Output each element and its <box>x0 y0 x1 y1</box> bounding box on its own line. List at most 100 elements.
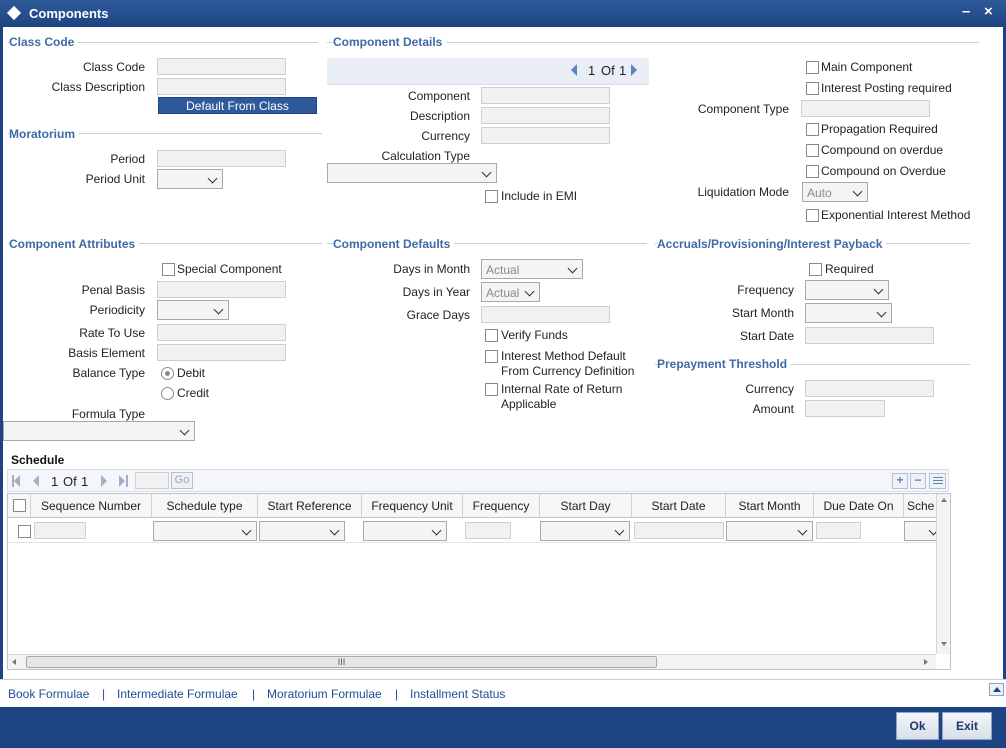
start-month-select[interactable] <box>805 303 892 323</box>
start-date-input[interactable] <box>634 522 724 539</box>
special-component-checkbox[interactable] <box>162 263 175 276</box>
schedule-type-select[interactable] <box>153 521 257 541</box>
link-intermediate-formulae[interactable]: Intermediate Formulae <box>117 687 238 701</box>
link-installment-status[interactable]: Installment Status <box>410 687 505 701</box>
start-month-select[interactable] <box>726 521 813 541</box>
liquidation-mode-select[interactable]: Auto <box>802 182 868 202</box>
header-select-all[interactable] <box>8 494 31 518</box>
calculation-type-label: Calculation Type <box>381 149 471 163</box>
description-input[interactable] <box>481 107 610 124</box>
exit-button[interactable]: Exit <box>942 712 992 740</box>
column-header[interactable]: Start Reference <box>258 494 362 518</box>
exponential-interest-checkbox[interactable] <box>806 209 819 222</box>
accruals-required-checkbox[interactable] <box>809 263 822 276</box>
title-bar: Components – × <box>0 0 1006 27</box>
days-in-month-select[interactable]: Actual <box>481 259 583 279</box>
prev-page-icon[interactable] <box>33 475 39 487</box>
compound-on-overdue-2-checkbox[interactable] <box>806 165 819 178</box>
periodicity-select[interactable] <box>157 300 229 320</box>
go-button[interactable]: Go <box>171 472 193 489</box>
first-page-icon[interactable] <box>14 475 20 487</box>
column-header[interactable]: Start Month <box>726 494 814 518</box>
sequence-number-input[interactable] <box>34 522 86 539</box>
close-icon[interactable]: × <box>984 3 993 20</box>
scroll-right-icon[interactable] <box>924 659 928 665</box>
column-header[interactable]: Frequency <box>463 494 540 518</box>
footer-links: Book Formulae | Intermediate Formulae | … <box>0 679 1006 707</box>
select-all-checkbox[interactable] <box>13 499 26 512</box>
currency-input[interactable] <box>481 127 610 144</box>
component-type-input[interactable] <box>801 100 930 117</box>
period-input[interactable] <box>157 150 286 167</box>
scroll-left-icon[interactable] <box>12 659 16 665</box>
start-day-select[interactable] <box>540 521 630 541</box>
prev-page-icon[interactable] <box>571 64 577 76</box>
component-pager: 1 Of 1 <box>327 58 649 85</box>
main-component-label: Main Component <box>821 60 913 74</box>
frequency-input[interactable] <box>465 522 511 539</box>
next-page-icon[interactable] <box>631 64 637 76</box>
basis-element-input[interactable] <box>157 344 286 361</box>
vertical-scrollbar[interactable] <box>936 494 950 654</box>
verify-funds-checkbox[interactable] <box>485 329 498 342</box>
class-description-input[interactable] <box>157 78 286 95</box>
column-header[interactable]: Start Day <box>540 494 632 518</box>
scroll-down-icon[interactable] <box>941 642 947 646</box>
last-page-icon[interactable] <box>119 475 125 487</box>
link-book-formulae[interactable]: Book Formulae <box>8 687 89 701</box>
include-in-emi-checkbox[interactable] <box>485 190 498 203</box>
debit-radio[interactable] <box>161 367 174 380</box>
next-page-icon[interactable] <box>101 475 107 487</box>
irr-applicable-checkbox[interactable] <box>485 383 498 396</box>
rate-to-use-input[interactable] <box>157 324 286 341</box>
due-date-on-input[interactable] <box>816 522 861 539</box>
start-reference-select[interactable] <box>259 521 345 541</box>
compound-on-overdue-checkbox[interactable] <box>806 144 819 157</box>
grace-days-input[interactable] <box>481 306 610 323</box>
ok-button[interactable]: Ok <box>896 712 939 740</box>
page-number-input[interactable] <box>135 472 169 489</box>
add-row-icon[interactable]: + <box>892 473 908 489</box>
column-header[interactable]: Frequency Unit <box>362 494 463 518</box>
minimize-icon[interactable]: – <box>962 3 970 20</box>
default-from-class-button[interactable]: Default From Class <box>158 97 317 114</box>
credit-radio[interactable] <box>161 387 174 400</box>
frequency-unit-select[interactable] <box>363 521 447 541</box>
period-unit-select[interactable] <box>157 169 223 189</box>
column-header[interactable]: Sequence Number <box>31 494 152 518</box>
frequency-label: Frequency <box>737 283 794 297</box>
schedule-pager-total: 1 <box>81 474 89 489</box>
irr-label: Internal Rate of Return <box>501 382 623 396</box>
schedule-toolbar: 1 Of 1 Go + − <box>7 469 949 492</box>
liquidation-mode-value: Auto <box>807 186 832 200</box>
link-moratorium-formulae[interactable]: Moratorium Formulae <box>267 687 382 701</box>
column-header[interactable]: Start Date <box>632 494 726 518</box>
scroll-up-icon[interactable] <box>941 498 947 502</box>
formula-type-select[interactable] <box>3 421 195 441</box>
single-view-icon[interactable] <box>929 473 946 489</box>
row-select-checkbox[interactable] <box>18 525 31 538</box>
horizontal-scrollbar[interactable]: III <box>8 654 936 669</box>
scroll-thumb[interactable]: III <box>26 656 657 668</box>
penal-basis-input[interactable] <box>157 281 286 298</box>
days-in-year-select[interactable]: Actual <box>481 282 540 302</box>
calculation-type-select[interactable] <box>327 163 497 183</box>
interest-method-default-label: Interest Method Default <box>501 349 626 363</box>
main-component-checkbox[interactable] <box>806 61 819 74</box>
component-input[interactable] <box>481 87 610 104</box>
collapse-up-icon[interactable] <box>989 683 1004 696</box>
column-header[interactable]: Schedule type <box>152 494 258 518</box>
prepayment-currency-input[interactable] <box>805 380 934 397</box>
frequency-select[interactable] <box>805 280 889 300</box>
interest-method-default-checkbox[interactable] <box>485 350 498 363</box>
irr-label-2: Applicable <box>501 397 557 411</box>
column-header[interactable]: Due Date On <box>814 494 904 518</box>
class-code-input[interactable] <box>157 58 286 75</box>
delete-row-icon[interactable]: − <box>910 473 926 489</box>
prepayment-amount-input[interactable] <box>805 400 885 417</box>
start-date-input[interactable] <box>805 327 934 344</box>
period-label: Period <box>110 152 145 166</box>
interest-posting-checkbox[interactable] <box>806 82 819 95</box>
debit-label: Debit <box>177 366 206 380</box>
propagation-required-checkbox[interactable] <box>806 123 819 136</box>
